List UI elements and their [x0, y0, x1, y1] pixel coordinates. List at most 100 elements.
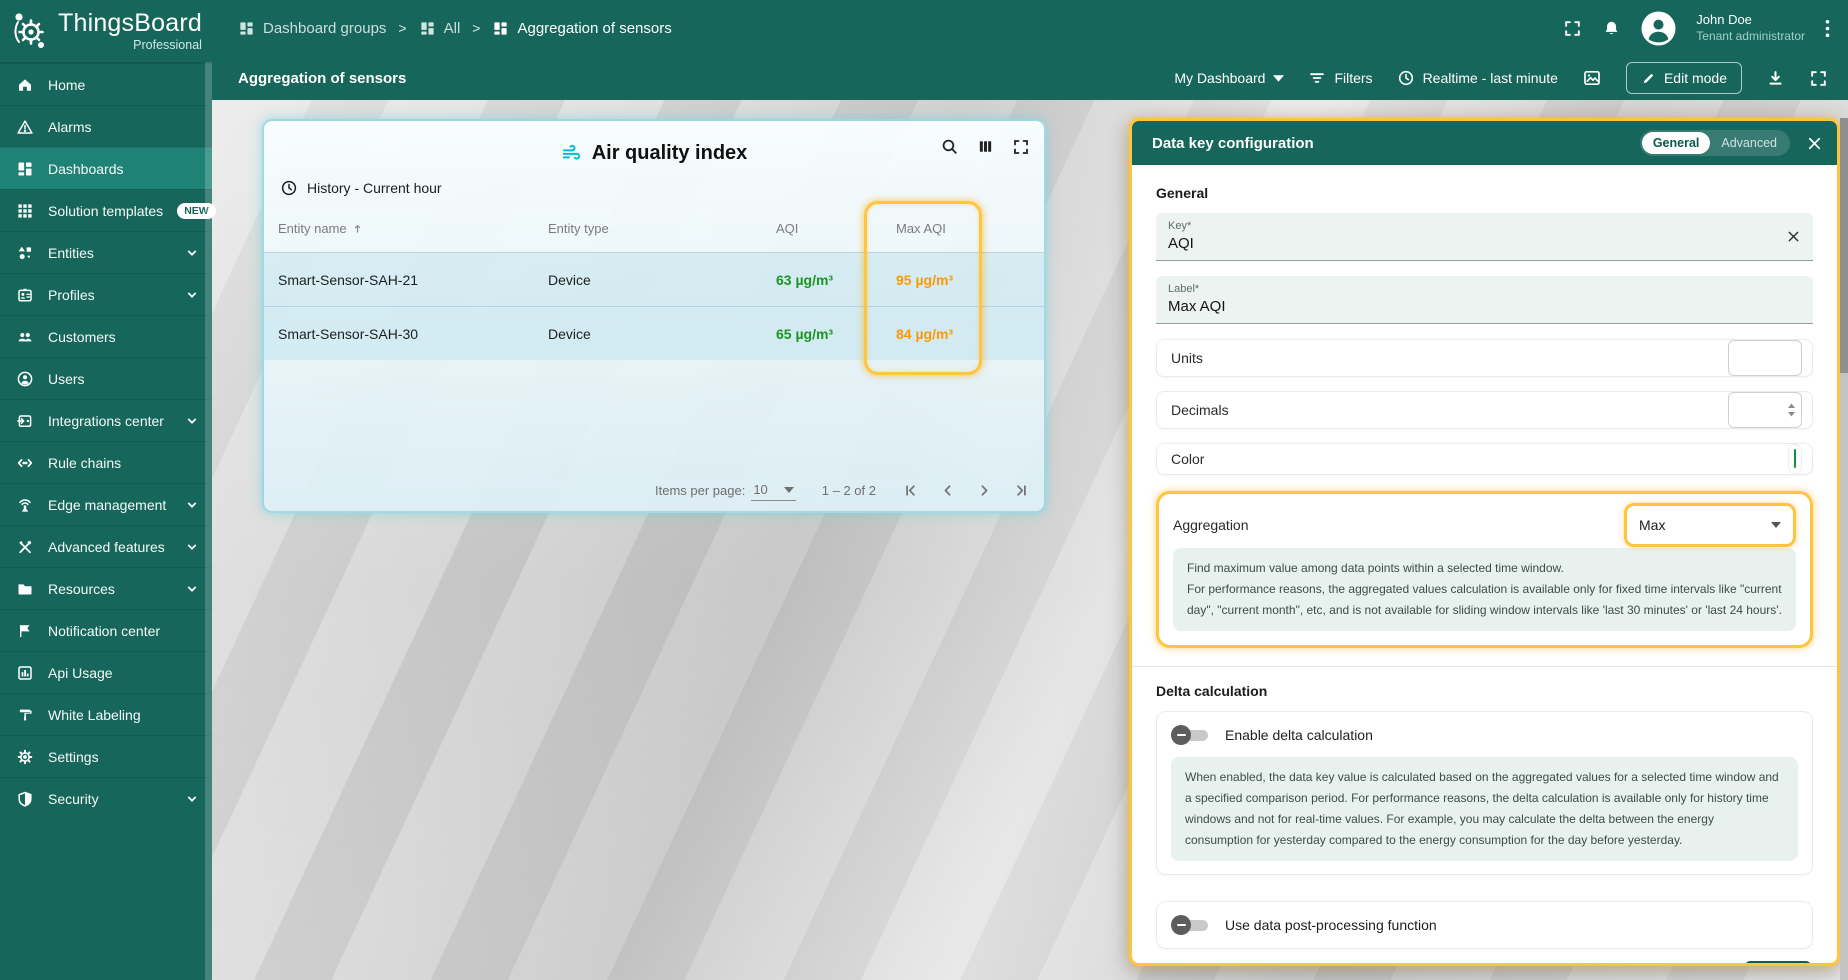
sidebar-item-profiles[interactable]: Profiles — [0, 273, 212, 315]
scrollbar-thumb[interactable] — [1840, 118, 1848, 373]
chevron-down-icon — [184, 539, 200, 555]
search-icon[interactable] — [940, 137, 959, 156]
tab-advanced[interactable]: Advanced — [1710, 132, 1788, 154]
color-swatch[interactable] — [1794, 449, 1796, 468]
rule-chains-icon — [16, 454, 34, 472]
sidebar-item-integrations-center[interactable]: Integrations center — [0, 399, 212, 441]
column-label: Entity type — [548, 221, 609, 236]
sidebar-item-white-labeling[interactable]: White Labeling — [0, 693, 212, 735]
sidebar-item-edge-management[interactable]: Edge management — [0, 483, 212, 525]
last-page-icon[interactable] — [1013, 482, 1030, 499]
page-scrollbar[interactable] — [1840, 118, 1848, 980]
previous-page-icon[interactable] — [939, 482, 956, 499]
sidebar-item-home[interactable]: Home — [0, 63, 212, 105]
aggregation-select[interactable]: Max — [1624, 503, 1796, 547]
sidebar-item-solution-templates[interactable]: Solution templates NEW — [0, 189, 212, 231]
sidebar-item-label: Security — [48, 791, 170, 807]
units-input[interactable] — [1728, 340, 1802, 376]
save-button[interactable]: Save — [1745, 961, 1811, 963]
caret-down-icon — [1273, 75, 1284, 82]
sidebar-item-dashboards[interactable]: Dashboards — [0, 147, 212, 189]
label-field[interactable]: Label* Max AQI — [1156, 276, 1813, 324]
app-logo[interactable]: ThingsBoard Professional — [0, 0, 212, 63]
sidebar-scrollbar[interactable] — [205, 62, 212, 980]
sidebar-item-rule-chains[interactable]: Rule chains — [0, 441, 212, 483]
post-processing-toggle[interactable] — [1171, 915, 1211, 935]
column-header-max-aqi[interactable]: Max AQI — [896, 221, 1054, 236]
clear-icon[interactable] — [1786, 229, 1801, 244]
column-header-entity-name[interactable]: Entity name — [278, 221, 548, 236]
next-page-icon[interactable] — [976, 482, 993, 499]
color-picker[interactable] — [1788, 444, 1802, 474]
spinner-icon[interactable] — [1787, 403, 1796, 417]
key-field[interactable]: Key* AQI — [1156, 213, 1813, 261]
aggregation-label: Aggregation — [1173, 517, 1249, 533]
customers-icon — [16, 328, 34, 346]
max-aqi-cell: 84 µg/m³ — [896, 326, 1054, 342]
fullscreen-icon[interactable] — [1809, 69, 1828, 88]
columns-icon[interactable] — [977, 138, 994, 155]
edit-mode-button[interactable]: Edit mode — [1626, 62, 1742, 94]
column-header-entity-type[interactable]: Entity type — [548, 221, 776, 236]
sidebar-item-alarms[interactable]: Alarms — [0, 105, 212, 147]
avatar[interactable] — [1641, 11, 1676, 46]
user-role: Tenant administrator — [1696, 29, 1805, 44]
expand-fullscreen-icon[interactable] — [1012, 138, 1030, 156]
thingsboard-logo-icon — [10, 9, 50, 53]
entity-name-cell: Smart-Sensor-SAH-30 — [278, 326, 548, 342]
breadcrumb-dashboard-groups[interactable]: Dashboard groups — [238, 20, 386, 37]
sidebar-item-advanced-features[interactable]: Advanced features — [0, 525, 212, 567]
column-header-aqi[interactable]: AQI — [776, 221, 896, 236]
resources-folder-icon — [16, 580, 34, 598]
sidebar-item-users[interactable]: Users — [0, 357, 212, 399]
fullscreen-icon[interactable] — [1563, 19, 1582, 38]
label-field-label: Label* — [1168, 283, 1801, 295]
close-icon[interactable] — [1806, 135, 1823, 152]
column-label: AQI — [776, 221, 798, 236]
table-row[interactable]: Smart-Sensor-SAH-21 Device 63 µg/m³ 95 µ… — [264, 252, 1044, 306]
first-page-icon[interactable] — [902, 482, 919, 499]
sidebar-item-settings[interactable]: Settings — [0, 735, 212, 777]
table-row[interactable]: Smart-Sensor-SAH-30 Device 65 µg/m³ 84 µ… — [264, 306, 1044, 360]
key-field-value: AQI — [1168, 235, 1801, 252]
sidebar-item-label: Customers — [48, 329, 200, 345]
dashboard-state-select[interactable]: My Dashboard — [1174, 70, 1284, 86]
sidebar-item-label: Profiles — [48, 287, 170, 303]
download-icon[interactable] — [1766, 69, 1785, 88]
users-icon — [16, 370, 34, 388]
notifications-bell-icon[interactable] — [1602, 19, 1621, 38]
sidebar-item-label: Rule chains — [48, 455, 200, 471]
decimals-input[interactable] — [1728, 392, 1802, 428]
timewindow-button[interactable]: Realtime - last minute — [1397, 69, 1558, 87]
chevron-down-icon — [184, 497, 200, 513]
sidebar-item-security[interactable]: Security — [0, 777, 212, 819]
page-size-select[interactable]: 10 — [751, 480, 795, 501]
entities-icon — [16, 244, 34, 262]
user-info[interactable]: John Doe Tenant administrator — [1696, 12, 1805, 43]
dashboard-image-icon[interactable] — [1582, 68, 1602, 88]
breadcrumb-current[interactable]: Aggregation of sensors — [492, 20, 671, 37]
key-field-label: Key* — [1168, 220, 1801, 232]
clock-icon — [1397, 69, 1415, 87]
breadcrumb-all[interactable]: All — [419, 20, 461, 37]
sidebar-item-resources[interactable]: Resources — [0, 567, 212, 609]
breadcrumb-label: Dashboard groups — [263, 20, 386, 37]
aggregation-value: Max — [1639, 517, 1665, 533]
filter-icon — [1308, 69, 1326, 87]
post-processing-card: Use data post-processing function — [1156, 901, 1813, 949]
sidebar-item-entities[interactable]: Entities — [0, 231, 212, 273]
delta-toggle[interactable] — [1171, 725, 1211, 745]
timewindow-info[interactable]: History - Current hour — [307, 180, 442, 196]
sidebar-item-label: Users — [48, 371, 200, 387]
sidebar-item-notification-center[interactable]: Notification center — [0, 609, 212, 651]
more-menu-icon[interactable] — [1825, 19, 1830, 38]
page-range-label: 1 – 2 of 2 — [822, 483, 876, 498]
sidebar-item-label: Edge management — [48, 497, 170, 513]
sidebar-item-customers[interactable]: Customers — [0, 315, 212, 357]
sidebar-item-label: Alarms — [48, 119, 200, 135]
tab-general[interactable]: General — [1642, 132, 1711, 154]
filters-button[interactable]: Filters — [1308, 69, 1372, 87]
white-labeling-icon — [16, 706, 34, 724]
sidebar-item-api-usage[interactable]: Api Usage — [0, 651, 212, 693]
color-label: Color — [1171, 451, 1204, 467]
